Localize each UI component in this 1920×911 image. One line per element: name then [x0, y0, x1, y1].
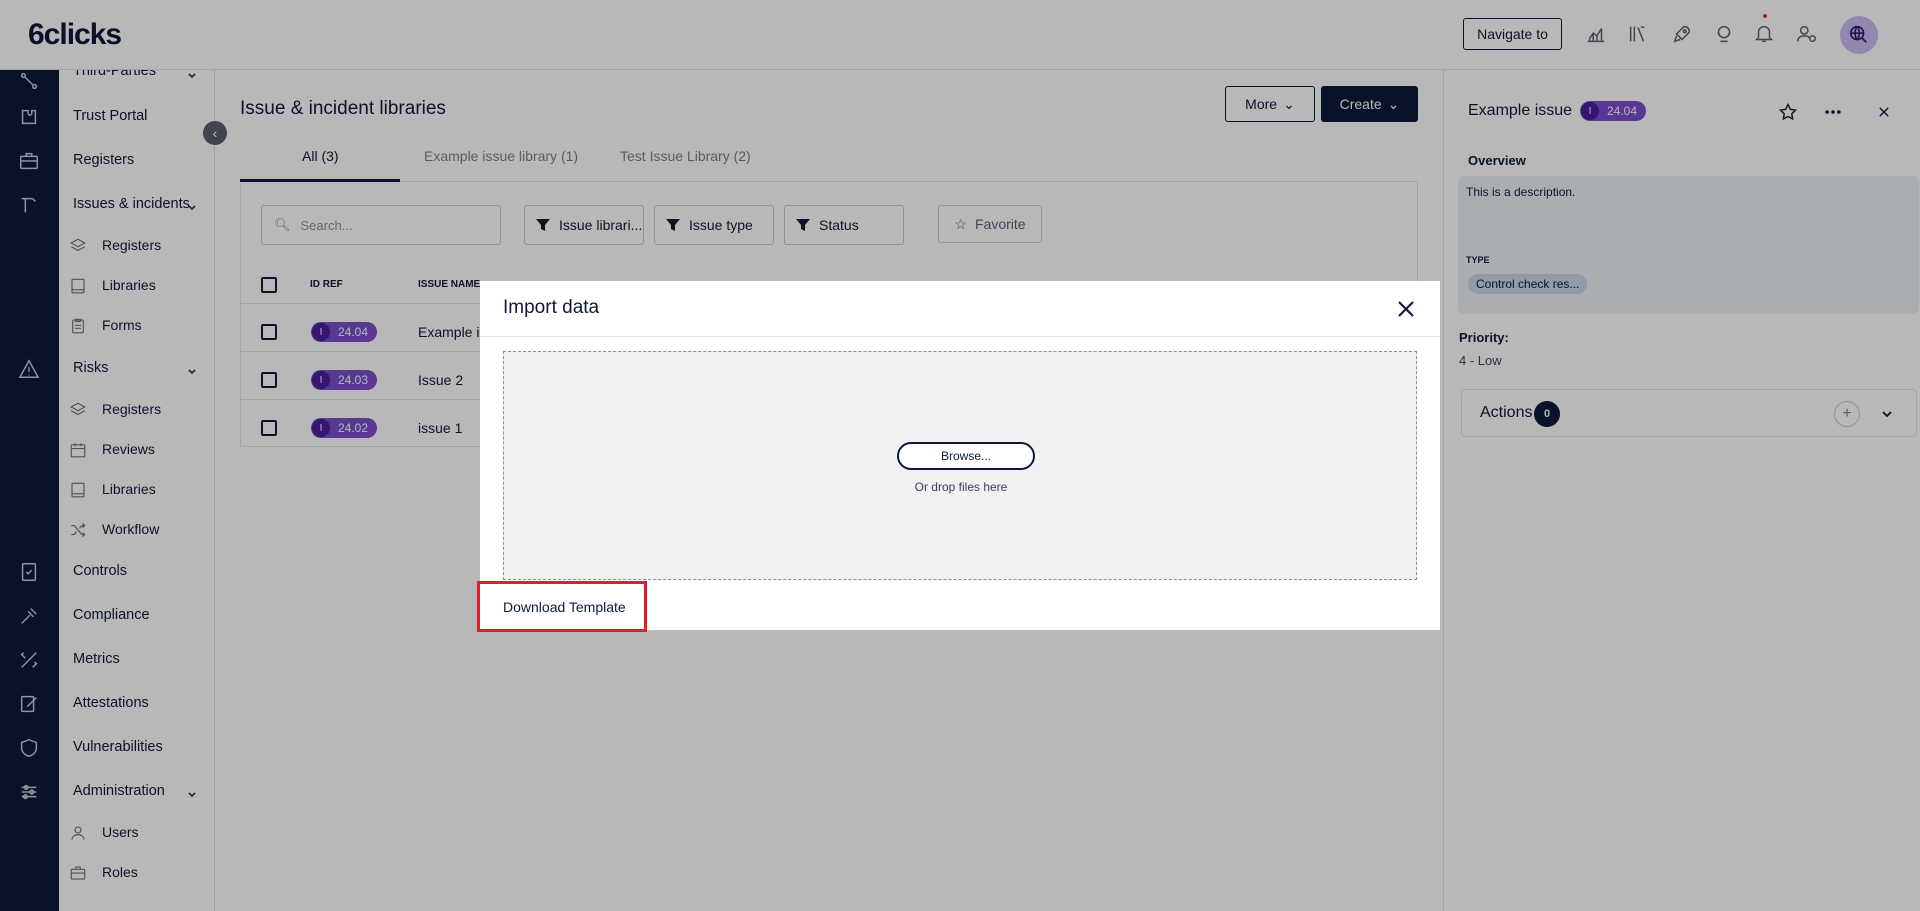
file-dropzone[interactable]: Browse... Or drop files here — [503, 351, 1417, 580]
download-template-button[interactable]: Download Template — [477, 581, 647, 632]
modal-header: Import data — [480, 281, 1440, 337]
modal-title: Import data — [503, 297, 600, 318]
browse-button[interactable]: Browse... — [897, 442, 1035, 470]
close-icon[interactable] — [1395, 298, 1417, 320]
import-data-modal: Import data Browse... Or drop files here… — [477, 281, 1440, 632]
drop-files-text: Or drop files here — [914, 480, 1008, 494]
